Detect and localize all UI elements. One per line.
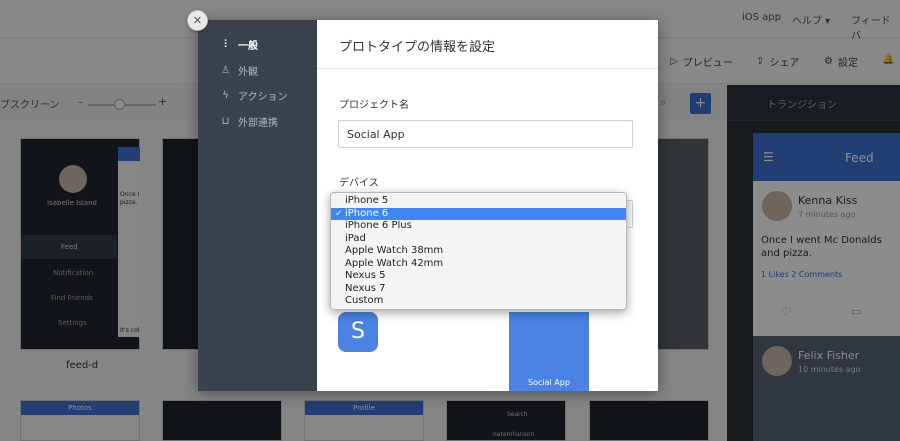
device-label: デバイス [339,178,379,189]
device-option[interactable]: Nexus 5 [331,270,626,283]
splash-preview[interactable]: Social App [509,312,589,391]
close-icon[interactable]: ✕ [187,10,208,31]
modal-title: プロトタイプの情報を設定 [339,40,496,55]
shirt-icon: ♙ [221,65,230,76]
device-option[interactable]: iPhone 6 Plus [331,220,626,233]
device-option[interactable]: Custom [331,295,626,308]
project-name-field[interactable] [338,120,633,148]
device-option-selected[interactable]: ✓ iPhone 6 [331,207,626,220]
checkmark-icon: ✓ [335,208,343,219]
device-option[interactable]: Nexus 7 [331,283,626,296]
lightning-icon: ϟ [222,90,229,101]
modal-sidebar: ⫶ 一般 ♙ 外観 ϟ アクション ⊔ 外部連携 [198,20,317,391]
device-dropdown-list[interactable]: iPhone 5 ✓ iPhone 6 iPhone 6 Plus iPad Ap… [330,192,627,310]
device-option[interactable]: Apple Watch 42mm [331,258,626,271]
sidebar-item-appearance[interactable]: ♙ 外観 [220,63,258,78]
plug-icon: ⊔ [221,116,230,127]
project-name-label: プロジェクト名 [339,100,409,111]
sidebar-item-general[interactable]: ⫶ 一般 [220,37,258,52]
device-option[interactable]: iPad [331,233,626,246]
sidebar-item-integrations[interactable]: ⊔ 外部連携 [220,114,278,129]
sliders-icon: ⫶ [224,39,227,50]
divider [317,68,658,69]
device-option[interactable]: Apple Watch 38mm [331,245,626,258]
sidebar-item-action[interactable]: ϟ アクション [220,88,287,103]
device-option[interactable]: iPhone 5 [331,195,626,208]
app-icon-preview[interactable]: S [338,312,378,352]
splash-label: Social App [528,378,570,387]
